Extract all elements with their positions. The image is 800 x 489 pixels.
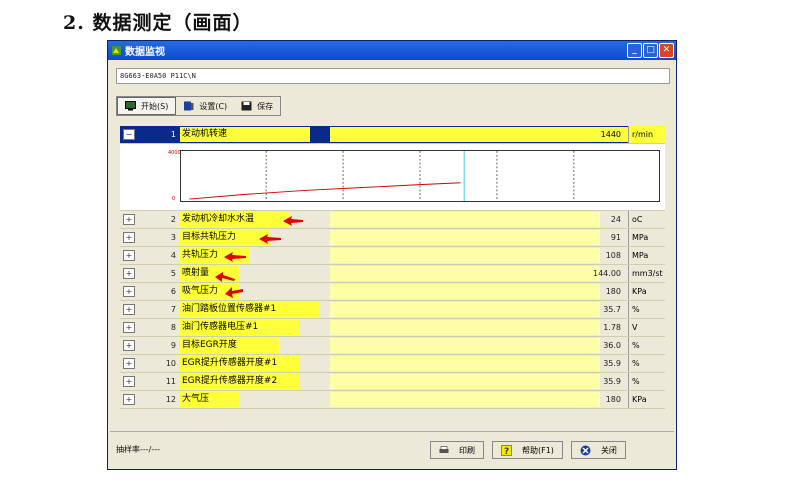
param-label: 油门踏板位置传感器#1	[182, 304, 277, 314]
expand-toggle[interactable]: +	[123, 250, 135, 261]
table-row[interactable]: +8 油门传感器电压#1 1.78 V	[120, 319, 665, 337]
param-label: EGR提升传感器开度#1	[182, 358, 278, 368]
param-unit: V	[628, 319, 665, 336]
param-value: 1440	[600, 130, 621, 139]
data-monitor-window: 数据监视 _ □ ✕ 8G663-E0A50 P11C\N 开始(S) 设置(C…	[107, 40, 677, 470]
param-label: EGR提升传感器开度#2	[182, 376, 278, 386]
param-unit: %	[628, 337, 665, 354]
expand-toggle[interactable]: +	[123, 304, 135, 315]
data-table: − 1 发动机转速 1440 r/min 4000 0 + 2 发动机冷却水水温…	[120, 126, 665, 409]
minimize-button[interactable]: _	[627, 43, 642, 58]
expand-toggle[interactable]: +	[123, 394, 135, 405]
ecu-id-field: 8G663-E0A50 P11C\N	[116, 68, 670, 84]
annotation-arrow	[259, 234, 281, 244]
printer-icon	[439, 446, 449, 453]
window-title: 数据监视	[125, 47, 165, 58]
table-row[interactable]: +5 喷射量 144.00 mm3/st	[120, 265, 665, 283]
close-icon	[580, 445, 591, 455]
app-icon	[112, 46, 121, 55]
trend-graph	[180, 150, 660, 202]
expand-toggle[interactable]: +	[123, 376, 135, 387]
monitor-icon	[125, 101, 136, 111]
param-value: 144.00	[593, 269, 621, 278]
param-unit: MPa	[628, 229, 665, 246]
table-row[interactable]: +9 目标EGR开度 36.0%	[120, 337, 665, 355]
settings-button[interactable]: 设置(C)	[176, 97, 234, 115]
expand-toggle[interactable]: +	[123, 358, 135, 369]
param-value: 35.7	[603, 305, 621, 314]
param-label: 目标共轨压力	[182, 232, 237, 242]
table-row[interactable]: − 1 发动机转速 1440 r/min	[120, 126, 665, 144]
toolbar: 开始(S) 设置(C) 保存	[116, 96, 282, 116]
start-button[interactable]: 开始(S)	[117, 97, 177, 115]
param-unit: %	[628, 355, 665, 372]
close-button[interactable]: 关闭	[570, 441, 626, 459]
param-label: 发动机转速	[182, 129, 228, 139]
help-icon: ?	[501, 444, 512, 456]
collapse-toggle[interactable]: −	[123, 129, 135, 140]
param-label: 吸气压力	[182, 286, 219, 296]
expand-toggle[interactable]: +	[123, 286, 135, 297]
param-unit: r/min	[628, 126, 665, 143]
param-value: 180	[605, 287, 621, 296]
help-button[interactable]: ? 帮助(F1)	[492, 441, 563, 459]
param-label: 共轨压力	[182, 250, 219, 260]
param-unit: MPa	[628, 247, 665, 264]
table-row[interactable]: +12 大气压 180 KPa	[120, 391, 665, 409]
table-row[interactable]: +2 发动机冷却水水温 24 oC	[120, 211, 665, 229]
param-value: 24	[610, 215, 621, 224]
param-label: 油门传感器电压#1	[182, 322, 259, 332]
graph-area: 4000 0	[120, 144, 665, 211]
table-row[interactable]: +7 油门踏板位置传感器#1 35.7%	[120, 301, 665, 319]
divider	[110, 431, 674, 432]
close-window-button[interactable]: ✕	[659, 43, 674, 58]
param-unit: %	[628, 373, 665, 390]
table-row[interactable]: +10 EGR提升传感器开度#1 35.9%	[120, 355, 665, 373]
table-row[interactable]: +11 EGR提升传感器开度#2 35.9%	[120, 373, 665, 391]
param-value: 108	[605, 251, 621, 260]
param-unit: KPa	[628, 283, 665, 300]
svg-text:?: ?	[504, 447, 509, 456]
param-label: 大气压	[182, 394, 210, 404]
annotation-arrow	[225, 287, 243, 298]
table-row[interactable]: +4 共轨压力 108 MPa	[120, 247, 665, 265]
param-value: 36.0	[603, 341, 621, 350]
graph-y-max: 4000	[168, 150, 181, 156]
param-unit: mm3/st	[628, 265, 665, 282]
param-unit: KPa	[628, 391, 665, 408]
maximize-button[interactable]: □	[643, 43, 658, 58]
annotation-arrow	[224, 252, 246, 262]
param-label: 发动机冷却水水温	[182, 214, 255, 224]
save-button[interactable]: 保存	[234, 97, 280, 115]
expand-toggle[interactable]: +	[123, 232, 135, 243]
table-row[interactable]: +3 目标共轨压力 91 MPa	[120, 229, 665, 247]
expand-toggle[interactable]: +	[123, 322, 135, 333]
graph-y-min: 0	[172, 196, 176, 202]
param-label: 喷射量	[182, 268, 210, 278]
footer-buttons: 印刷 ? 帮助(F1) 关闭	[430, 441, 626, 459]
param-value: 1.78	[603, 323, 621, 332]
annotation-arrow	[215, 272, 235, 282]
title-bar[interactable]: 数据监视 _ □ ✕	[108, 41, 676, 60]
print-button[interactable]: 印刷	[430, 441, 484, 459]
table-row[interactable]: +6 吸气压力 180 KPa	[120, 283, 665, 301]
expand-toggle[interactable]: +	[123, 340, 135, 351]
param-unit: %	[628, 301, 665, 318]
param-label: 目标EGR开度	[182, 340, 237, 350]
expand-toggle[interactable]: +	[123, 214, 135, 225]
page-heading: 2. 数据测定（画面）	[63, 12, 253, 34]
expand-toggle[interactable]: +	[123, 268, 135, 279]
param-value: 35.9	[603, 377, 621, 386]
param-value: 180	[605, 395, 621, 404]
sampling-rate-status: 抽样率---/---	[116, 445, 161, 454]
param-value: 35.9	[603, 359, 621, 368]
settings-icon	[184, 101, 194, 111]
floppy-disk-icon	[241, 101, 252, 111]
param-unit: oC	[628, 211, 665, 228]
param-value: 91	[610, 233, 621, 242]
annotation-arrow	[283, 216, 303, 226]
